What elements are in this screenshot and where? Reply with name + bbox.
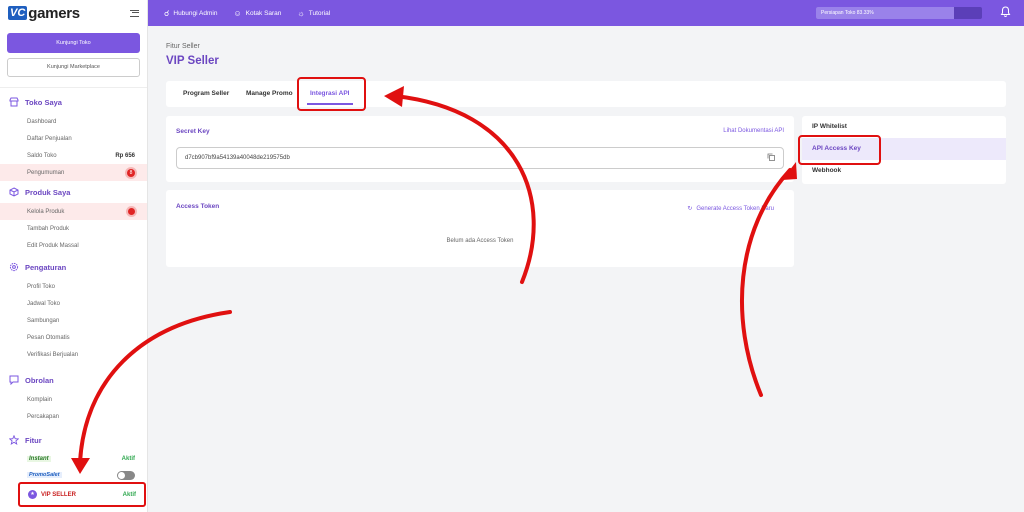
annotation-arrow-to-api-key — [740, 168, 792, 397]
annotation-arrowhead-tab — [384, 86, 404, 107]
annotation-arrow-to-vip — [78, 310, 232, 464]
annotation-arrowhead-vip — [71, 458, 90, 474]
annotation-arrowhead-api-key — [782, 162, 797, 180]
annotation-arrows — [71, 86, 797, 474]
annotation-arrow-to-tab — [393, 94, 536, 284]
